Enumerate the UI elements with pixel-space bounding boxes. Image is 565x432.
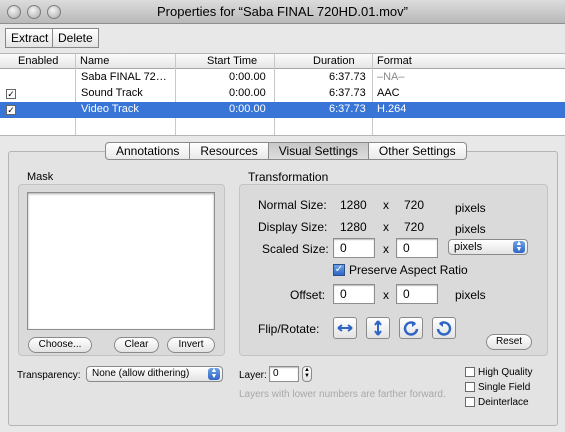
layer-hint: Layers with lower numbers are farther fo… (239, 389, 446, 400)
track-enabled-checkbox[interactable]: ✓ (6, 89, 16, 99)
display-size-label: Display Size: (258, 220, 328, 234)
column-header-start-time[interactable]: Start Time (207, 55, 257, 67)
scaled-width-input[interactable]: 0 (333, 238, 375, 258)
deinterlace-label: Deinterlace (478, 397, 529, 408)
flip-vertical-button[interactable] (366, 317, 390, 339)
window-title: Properties for “Saba FINAL 720HD.01.mov” (157, 4, 408, 19)
scaled-units-popup[interactable]: pixels ▲ ▼ (448, 239, 528, 255)
track-format: H.264 (377, 103, 407, 115)
normal-size-label: Normal Size: (258, 198, 327, 212)
clear-mask-button[interactable]: Clear (114, 337, 159, 353)
tab-visual-settings[interactable]: Visual Settings (268, 143, 369, 159)
tab-resources[interactable]: Resources (190, 143, 269, 159)
transformation-title: Transformation (248, 170, 329, 184)
offset-label: Offset: (290, 288, 326, 302)
column-header-format[interactable]: Format (377, 55, 412, 67)
normal-height: 720 (404, 198, 425, 212)
normal-units: pixels (455, 201, 486, 215)
layer-label: Layer: (239, 370, 267, 381)
deinterlace-checkbox[interactable] (465, 397, 475, 407)
transparency-label: Transparency: (17, 370, 81, 381)
column-header-name[interactable]: Name (80, 55, 109, 67)
track-table: Enabled Name Start Time Duration Format … (0, 54, 565, 136)
times-sign: x (383, 198, 389, 212)
mask-title: Mask (27, 171, 54, 183)
track-start: 0:00.00 (229, 71, 266, 83)
layer-input[interactable]: 0 (269, 366, 299, 382)
track-duration: 6:37.73 (329, 87, 366, 99)
table-row[interactable]: ✓ Sound Track 0:00.00 6:37.73 AAC (0, 86, 565, 102)
title-bar: Properties for “Saba FINAL 720HD.01.mov” (0, 0, 565, 24)
table-row[interactable]: Saba FINAL 72… 0:00.00 6:37.73 –NA– (0, 70, 565, 86)
high-quality-label: High Quality (478, 367, 533, 378)
normal-width: 1280 (340, 198, 367, 212)
mask-image-well[interactable] (27, 192, 215, 330)
flip-rotate-label: Flip/Rotate: (258, 322, 320, 336)
scaled-units-value: pixels (454, 241, 483, 253)
times-sign: x (383, 288, 389, 302)
track-name: Video Track (81, 103, 139, 115)
delete-button[interactable]: Delete (52, 28, 99, 48)
rotate-left-button[interactable] (432, 317, 456, 339)
table-header: Enabled Name Start Time Duration Format (0, 54, 565, 69)
times-sign: x (383, 220, 389, 234)
display-units: pixels (455, 222, 486, 236)
preserve-aspect-checkbox[interactable]: ✓ (333, 264, 345, 276)
tab-annotations[interactable]: Annotations (106, 143, 191, 159)
preserve-aspect-label: Preserve Aspect Ratio (349, 263, 468, 277)
track-format: AAC (377, 87, 400, 99)
rotate-clockwise-icon (403, 321, 419, 336)
flip-horizontal-icon (337, 324, 353, 332)
transparency-value: None (allow dithering) (92, 368, 190, 379)
reset-button[interactable]: Reset (486, 334, 532, 350)
single-field-checkbox[interactable] (465, 382, 475, 392)
rotate-right-button[interactable] (399, 317, 423, 339)
track-duration: 6:37.73 (329, 103, 366, 115)
rotate-counterclockwise-icon (436, 321, 452, 336)
tab-other-settings[interactable]: Other Settings (369, 143, 466, 159)
extract-button[interactable]: Extract (5, 28, 55, 48)
track-name: Saba FINAL 72… (81, 71, 167, 83)
track-format: –NA– (377, 71, 405, 83)
offset-units: pixels (455, 288, 486, 302)
column-header-enabled[interactable]: Enabled (18, 55, 58, 67)
table-row-selected[interactable]: ✓ Video Track 0:00.00 6:37.73 H.264 (0, 102, 565, 118)
tab-bar: Annotations Resources Visual Settings Ot… (105, 142, 467, 160)
track-start: 0:00.00 (229, 87, 266, 99)
scaled-height-input[interactable]: 0 (396, 238, 438, 258)
display-height: 720 (404, 220, 425, 234)
column-header-duration[interactable]: Duration (313, 55, 355, 67)
scaled-size-label: Scaled Size: (262, 242, 329, 256)
track-duration: 6:37.73 (329, 71, 366, 83)
track-enabled-checkbox[interactable]: ✓ (6, 105, 16, 115)
flip-horizontal-button[interactable] (333, 317, 357, 339)
layer-stepper[interactable]: ▲ ▼ (302, 366, 312, 382)
display-width: 1280 (340, 220, 367, 234)
flip-vertical-icon (374, 320, 382, 336)
choose-mask-button[interactable]: Choose... (28, 337, 92, 353)
toolbar: Extract Delete (0, 24, 565, 54)
invert-mask-button[interactable]: Invert (167, 337, 215, 353)
popup-arrows-icon: ▲ ▼ (208, 367, 220, 380)
single-field-label: Single Field (478, 382, 531, 393)
transparency-popup[interactable]: None (allow dithering) ▲ ▼ (86, 366, 223, 382)
track-name: Sound Track (81, 87, 143, 99)
track-start: 0:00.00 (229, 103, 266, 115)
popup-arrows-icon: ▲ ▼ (513, 240, 525, 253)
offset-y-input[interactable]: 0 (396, 284, 438, 304)
times-sign: x (383, 242, 389, 256)
high-quality-checkbox[interactable] (465, 367, 475, 377)
offset-x-input[interactable]: 0 (333, 284, 375, 304)
